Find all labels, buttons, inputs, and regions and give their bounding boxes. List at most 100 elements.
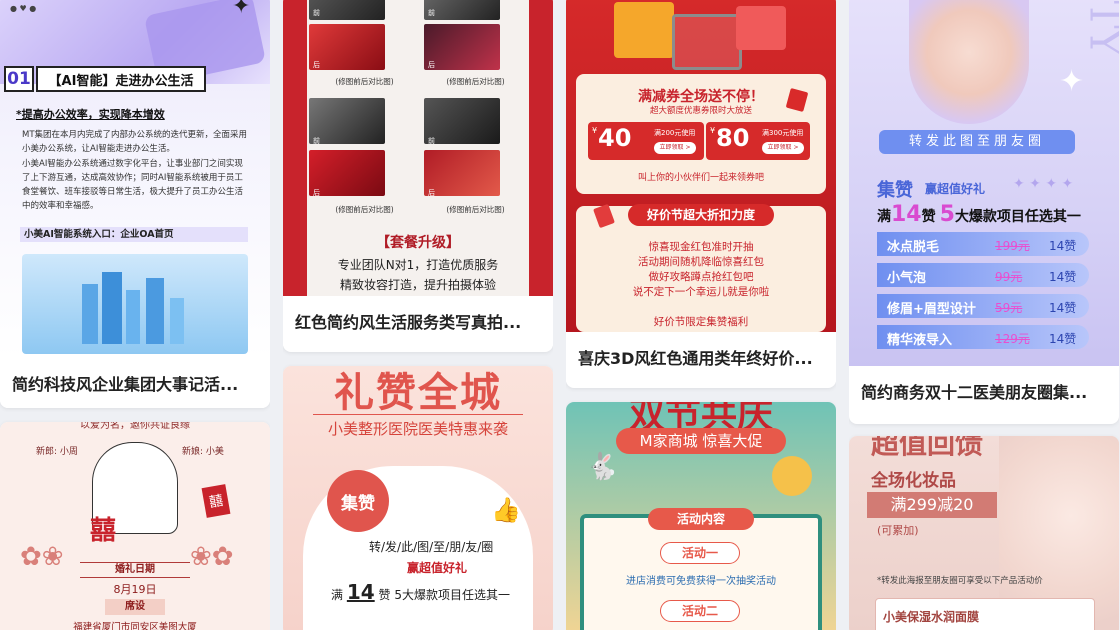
card-thumbnail: 以爱为名，邀你共证良缘 新郎: 小周 新娘: 小美 囍 囍 ✿❀ ❀✿ 婚礼日期… xyxy=(0,422,270,630)
price-row: 小气泡 99元 14赞 xyxy=(877,263,1089,287)
share-banner: 转发此图至朋友圈 xyxy=(879,130,1075,154)
wedding-banner: 以爱为名，邀你共证良缘 xyxy=(80,422,190,431)
photo-caption: (修图前后对比图) xyxy=(335,205,394,214)
double-happiness-icon: 囍 xyxy=(90,516,117,546)
price-item-likes: 14赞 xyxy=(1049,301,1077,315)
column-2: 前 前 后 后 (修图前后对比图) (修图前后对比图) 前 前 后 后 (修图前… xyxy=(283,0,553,630)
photo-caption: (修图前后对比图) xyxy=(446,205,505,214)
before-tag: 前 xyxy=(313,9,320,17)
rose-right-icon: ❀✿ xyxy=(190,542,234,572)
gift-box-icon xyxy=(614,2,674,58)
photo-bw-4 xyxy=(424,98,500,144)
collect-heading: 集赞 xyxy=(877,180,913,201)
package-heading: 【套餐升级】 xyxy=(376,235,460,251)
template-card-3d-red[interactable]: 满减券全场送不停！ 超大额度优惠券限时大放送 ¥ 40 满200元使用 立即领取… xyxy=(566,0,836,388)
template-card-cosmetics[interactable]: 超值回馈 全场化妆品 满299减20 (可累加) *转发此海报至朋友圈可享受以下… xyxy=(849,436,1119,630)
coupon-condition: 满300元使用 xyxy=(762,129,804,137)
photo-bw-1 xyxy=(309,0,385,20)
template-card-photo[interactable]: 前 前 后 后 (修图前后对比图) (修图前后对比图) 前 前 后 后 (修图前… xyxy=(283,0,553,352)
price-item-name: 精华液导入 xyxy=(887,333,953,348)
after-tag: 后 xyxy=(428,189,435,197)
card-thumbnail: 礼赞全城 小美整形医院医美特惠来袭 集赞 👍 转/发/此/图/至/朋/友/圈 赢… xyxy=(283,366,553,630)
poster-headline: 超值回馈 xyxy=(871,436,984,460)
groom-name: 新郎: 小周 xyxy=(36,447,78,457)
price-item-name: 修眉+眉型设计 xyxy=(887,302,976,317)
photo-color-4 xyxy=(424,150,500,196)
template-card-tech[interactable]: ✦ ● ♥ ● 01 【AI智能】走进办公生活 *提高办公效率，实现降本增效 M… xyxy=(0,0,270,408)
rabbit-icon: 🐇 xyxy=(586,452,619,482)
price-row: 修眉+眉型设计 59元 14赞 xyxy=(877,294,1089,318)
photo-bw-3 xyxy=(309,98,385,144)
template-card-medical-pink[interactable]: 礼赞全城 小美整形医院医美特惠来袭 集赞 👍 转/发/此/图/至/朋/友/圈 赢… xyxy=(283,366,553,630)
city-illustration xyxy=(22,254,248,354)
paragraph-1: MT集团在本月内完成了内部办公系统的迭代更新，全面采用小美办公系统，让AI智能走… xyxy=(22,130,248,154)
sparkle-icon: ✦ xyxy=(1059,64,1085,99)
card-title: 红色简约风生活服务类写真拍... xyxy=(283,296,553,346)
activity-1-label: 活动一 xyxy=(660,542,740,564)
discount-lines: 惊喜现金红包准时开抽 活动期间随机降临惊喜红包 做好攻略蹲点抢红包吧 说不定下一… xyxy=(632,241,770,298)
deal-note: (可累加) xyxy=(877,524,919,537)
gift-text: 赢超值好礼 xyxy=(407,561,468,575)
rule-text: 满 14 赞 5大爆款项目任选其一 xyxy=(331,580,510,604)
claim-button[interactable]: 立即领取 > xyxy=(654,142,696,154)
poster-headline: 礼赞全城 xyxy=(334,370,502,416)
card-title: 喜庆3D风红色通用类年终好价... xyxy=(566,332,836,382)
claim-button[interactable]: 立即领取 > xyxy=(762,142,804,154)
date-label: 婚礼日期 xyxy=(80,562,190,578)
card-thumbnail: 双节共庆 M家商城 惊喜大促 🐇 活动内容 活动一 进店消费可免费获得一次抽奖活… xyxy=(566,402,836,630)
share-text: 转/发/此/图/至/朋/友/圈 xyxy=(369,540,494,554)
template-card-festival[interactable]: 双节共庆 M家商城 惊喜大促 🐇 活动内容 活动一 进店消费可免费获得一次抽奖活… xyxy=(566,402,836,630)
card-title: 简约商务双十二医美朋友圈集... xyxy=(849,366,1119,416)
price-row: 精华液导入 129元 14赞 xyxy=(877,325,1089,349)
poster-sub: 小美整形医院医美特惠来袭 xyxy=(327,420,508,438)
rose-left-icon: ✿❀ xyxy=(20,542,64,572)
shopping-cart-icon xyxy=(672,14,742,70)
wedding-date: 8月19日 xyxy=(113,583,157,596)
invite-text: 叫上你的小伙伴们一起来领券吧 xyxy=(637,173,764,183)
after-tag: 后 xyxy=(313,189,320,197)
bride-name: 新娘: 小美 xyxy=(182,447,224,457)
coupon-1[interactable]: ¥ 40 满200元使用 立即领取 > xyxy=(588,122,704,160)
after-tag: 后 xyxy=(313,61,320,69)
venue-label: 席设 xyxy=(105,599,165,615)
after-tag: 后 xyxy=(428,61,435,69)
divider xyxy=(313,414,523,415)
coupon-value: 80 xyxy=(716,124,750,152)
poster-sub: 全场化妆品 xyxy=(871,471,956,491)
discount-banner: 好价节超大折扣力度 xyxy=(628,204,774,226)
template-card-wedding[interactable]: 以爱为名，邀你共证良缘 新郎: 小周 新娘: 小美 囍 囍 ✿❀ ❀✿ 婚礼日期… xyxy=(0,422,270,630)
section-number: 01 xyxy=(4,66,34,92)
coupon-condition: 满200元使用 xyxy=(654,129,696,137)
price-item-name: 小气泡 xyxy=(887,271,927,286)
price-item-original: 99元 xyxy=(995,270,1023,284)
sparkles-decoration: ✦ ✦ ✦ ✦ xyxy=(1013,176,1074,192)
collect-rule: 满14赞 5大爆款项目任选其一 xyxy=(877,202,1081,227)
price-item-likes: 14赞 xyxy=(1049,239,1077,253)
section-heading: 【AI智能】走进办公生活 xyxy=(36,66,206,92)
coupon-2[interactable]: ¥ 80 满300元使用 立即领取 > xyxy=(706,122,810,160)
gift-bag-icon xyxy=(736,6,786,50)
column-1: ✦ ● ♥ ● 01 【AI智能】走进办公生活 *提高办公效率，实现降本增效 M… xyxy=(0,0,270,630)
currency-symbol: ¥ xyxy=(710,126,716,135)
thumbs-up-icon: 👍 xyxy=(491,496,521,524)
price-item-original: 199元 xyxy=(995,239,1030,253)
product-name: 小美保湿水润面膜 xyxy=(883,610,980,624)
system-entry: 小美AI智能系统入口：企业OA首页 xyxy=(20,227,248,242)
photo-caption: (修图前后对比图) xyxy=(446,77,505,86)
template-card-medical-purple[interactable]: TY ✦ 转发此图至朋友圈 集赞 赢超值好礼 ✦ ✦ ✦ ✦ 满14赞 5大爆款项… xyxy=(849,0,1119,424)
card-thumbnail: ✦ ● ♥ ● 01 【AI智能】走进办公生活 *提高办公效率，实现降本增效 M… xyxy=(0,0,270,358)
poster-sub: M家商城 惊喜大促 xyxy=(616,428,786,454)
photo-color-2 xyxy=(424,24,500,70)
price-item-name: 冰点脱毛 xyxy=(887,240,940,255)
collect-badge: 集赞 xyxy=(327,470,389,532)
decorative-letters: TY xyxy=(1080,0,1119,57)
model-photo xyxy=(909,0,1029,124)
activity-2-label: 活动二 xyxy=(660,600,740,622)
photo-bw-2 xyxy=(424,0,500,20)
before-tag: 前 xyxy=(428,137,435,145)
column-3: 满减券全场送不停！ 超大额度优惠券限时大放送 ¥ 40 满200元使用 立即领取… xyxy=(566,0,836,630)
before-tag: 前 xyxy=(313,137,320,145)
section-subheading: *提高办公效率，实现降本增效 xyxy=(16,108,165,121)
package-line-2: 精致妆容打造，提升拍摄体验 xyxy=(339,278,496,292)
share-tip: *转发此海报至朋友圈可享受以下产品活动价 xyxy=(877,576,1043,586)
